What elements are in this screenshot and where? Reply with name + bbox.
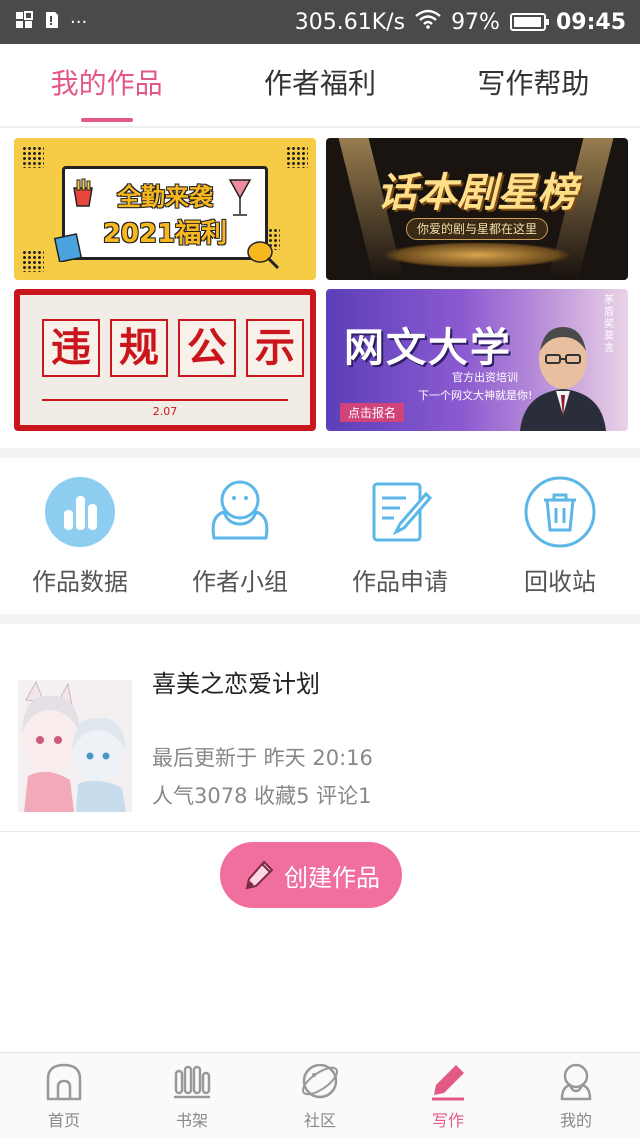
nav-label: 我的 (559, 1111, 592, 1130)
book-icon (54, 233, 83, 262)
violation-char: 示 (246, 319, 304, 377)
banner-web-novel-university[interactable]: 网文大学 官方出资培训 下一个网文大神就是你! 点击报名 茅盾奖 莫言 (326, 289, 628, 431)
clock: 09:45 (555, 9, 626, 35)
nav-label: 社区 (303, 1111, 336, 1130)
shortcut-label: 回收站 (524, 568, 596, 596)
group-icon (211, 480, 269, 540)
pen-icon (432, 1065, 464, 1101)
violation-date: 2.07 (152, 405, 178, 418)
edit-document-icon (372, 482, 433, 542)
banner-attendance-welfare[interactable]: 全勤来袭 2021福利 (14, 138, 316, 280)
battery-percent: 97% (451, 9, 500, 35)
work-title[interactable]: 喜美之恋爱计划 (152, 664, 320, 699)
nav-home[interactable]: 首页 (0, 1053, 128, 1138)
nav-bookshelf[interactable]: 书架 (128, 1053, 256, 1138)
nav-label: 首页 (47, 1111, 80, 1130)
university-title: 网文大学 (344, 325, 512, 371)
shortcut-label: 作品数据 (32, 568, 128, 596)
bar-chart-icon (45, 477, 115, 547)
university-line1: 官方出资培训 (452, 371, 518, 384)
drink-glass-icon (228, 179, 252, 216)
welfare-line2: 2021福利 (102, 219, 228, 249)
create-work-label: 创建作品 (284, 863, 380, 892)
shortcut-work-application[interactable]: 作品申请 (320, 460, 480, 610)
nav-community[interactable]: 社区 (256, 1053, 384, 1138)
shortcut-author-group[interactable]: 作者小组 (160, 460, 320, 610)
battery-icon (509, 13, 549, 31)
shortcut-label: 作品申请 (352, 568, 448, 596)
shortcut-recycle-bin[interactable]: 回收站 (480, 460, 640, 610)
dots-decoration (22, 146, 44, 168)
violation-title: 违 规 公 示 (42, 319, 304, 377)
chicken-leg-icon (247, 241, 280, 270)
nav-write[interactable]: 写作 (384, 1053, 512, 1138)
work-cover (18, 680, 132, 812)
shortcut-row: 作品数据 作者小组 作品申请 回收站 (0, 460, 640, 610)
profile-icon (560, 1063, 592, 1101)
violation-char: 违 (42, 319, 100, 377)
nav-profile[interactable]: 我的 (512, 1053, 640, 1138)
trash-icon (524, 476, 596, 548)
create-work-button[interactable]: 创建作品 (220, 842, 402, 908)
overflow-indicator: ··· (70, 11, 88, 33)
top-tabs: 我的作品 作者福利 写作帮助 (0, 44, 640, 128)
drama-title: 话本剧星榜 (377, 170, 577, 216)
dots-decoration (22, 250, 44, 272)
banner-drama-ranking[interactable]: 话本剧星榜 你爱的剧与星都在这里 (326, 138, 628, 280)
pencil-icon (245, 860, 274, 890)
nav-label: 写作 (431, 1111, 464, 1130)
tab-author-benefits[interactable]: 作者福利 (213, 44, 426, 126)
tab-my-works[interactable]: 我的作品 (0, 44, 213, 126)
nav-label: 书架 (175, 1111, 208, 1130)
university-line2: 下一个网文大神就是你! (418, 389, 533, 402)
home-icon (46, 1063, 82, 1101)
status-bar: ··· 305.61K/s 97% 09:45 (0, 0, 640, 44)
violation-char: 公 (178, 319, 236, 377)
sim-card-icon (44, 10, 60, 35)
fries-icon (73, 178, 93, 207)
tab-writing-help[interactable]: 写作帮助 (427, 44, 640, 126)
shortcut-work-data[interactable]: 作品数据 (0, 460, 160, 610)
drama-subtitle: 你爱的剧与星都在这里 (406, 218, 548, 240)
status-right: 305.61K/s 97% 09:45 (295, 9, 626, 35)
shortcut-label: 作者小组 (192, 568, 288, 596)
network-speed: 305.61K/s (294, 9, 406, 35)
university-side-text: 茅盾奖 莫言 (604, 295, 614, 354)
apps-icon (14, 10, 34, 35)
bottom-nav: 首页 书架 社区 写作 我的 (0, 1052, 640, 1138)
violation-char: 规 (110, 319, 168, 377)
divider (42, 399, 288, 401)
signup-button[interactable]: 点击报名 (340, 403, 405, 422)
author-portrait (520, 327, 606, 431)
stage-platform (382, 242, 572, 268)
section-divider (0, 448, 640, 458)
bookshelf-icon (174, 1065, 211, 1099)
planet-icon (301, 1063, 339, 1099)
section-divider (0, 614, 640, 624)
wifi-icon (415, 9, 441, 35)
status-left: ··· (14, 10, 87, 35)
banner-grid: 全勤来袭 2021福利 话本剧星榜 你爱的剧与星都在这里 违 规 公 示 2.0… (14, 138, 628, 432)
work-last-updated: 最后更新于 昨天 20:16 (152, 746, 373, 770)
work-stats: 人气3078 收藏5 评论1 (152, 784, 372, 808)
banner-violation-notice[interactable]: 违 规 公 示 2.07 (14, 289, 316, 431)
work-item[interactable]: 喜美之恋爱计划 最后更新于 昨天 20:16 人气3078 收藏5 评论1 (0, 624, 640, 832)
dots-decoration (286, 146, 308, 168)
